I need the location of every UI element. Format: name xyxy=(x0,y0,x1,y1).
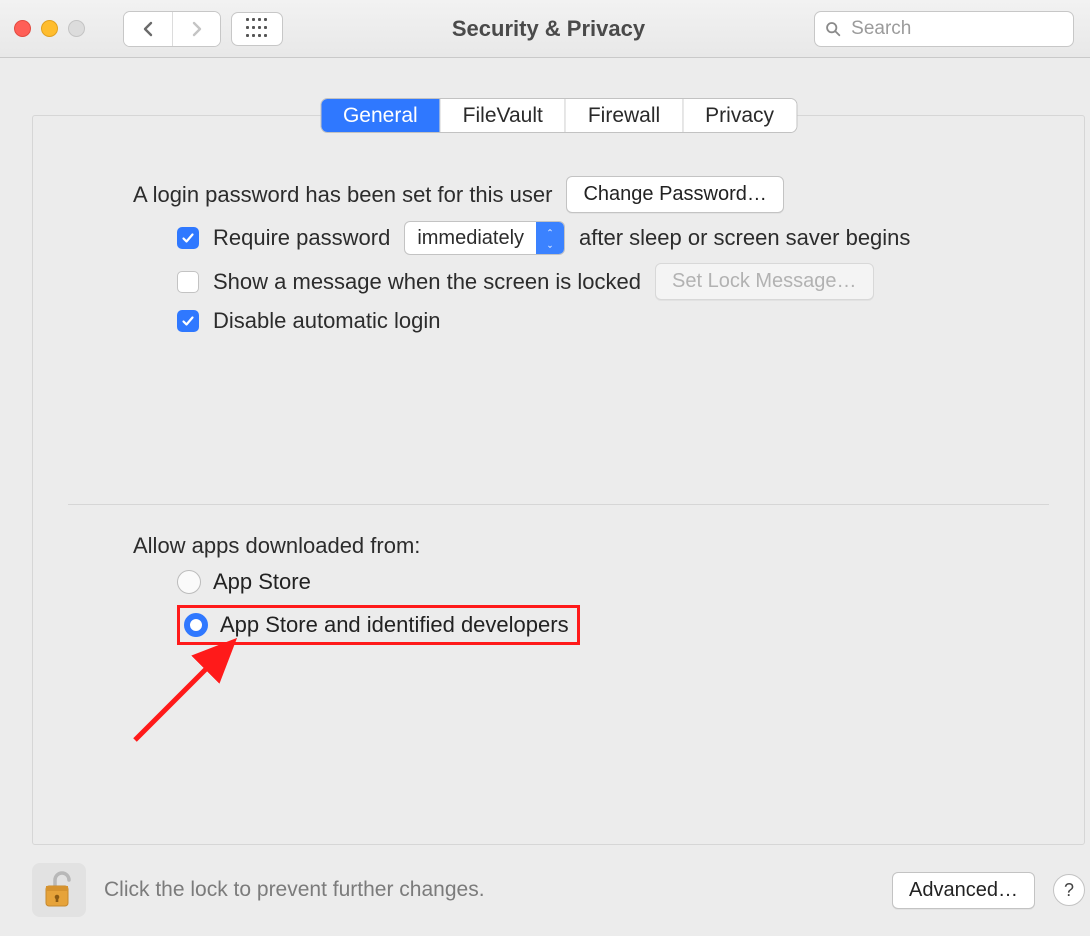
lock-open-icon xyxy=(42,870,76,910)
require-password-delay-value: immediately xyxy=(405,227,536,250)
chevron-right-icon xyxy=(191,21,203,37)
radio-app-store[interactable] xyxy=(177,570,201,594)
search-input[interactable] xyxy=(849,17,1063,41)
search-field[interactable] xyxy=(814,11,1074,47)
window-toolbar: Security & Privacy xyxy=(0,0,1090,58)
minimize-window-button[interactable] xyxy=(41,20,58,37)
require-password-post: after sleep or screen saver begins xyxy=(579,225,910,251)
radio-app-store-label: App Store xyxy=(213,569,311,595)
require-password-row: Require password immediately after sleep… xyxy=(177,221,1049,255)
tab-firewall[interactable]: Firewall xyxy=(565,99,682,132)
footer: Click the lock to prevent further change… xyxy=(32,862,1085,918)
annotation-highlight: App Store and identified developers xyxy=(177,605,580,645)
allow-apps-appstore-row: App Store xyxy=(177,569,1049,595)
tab-filevault[interactable]: FileVault xyxy=(440,99,565,132)
disable-auto-login-label: Disable automatic login xyxy=(213,308,440,334)
radio-identified-developers[interactable] xyxy=(184,613,208,637)
traffic-lights xyxy=(14,20,85,37)
close-window-button[interactable] xyxy=(14,20,31,37)
change-password-button[interactable]: Change Password… xyxy=(566,176,783,213)
show-message-label: Show a message when the screen is locked xyxy=(213,269,641,295)
lock-hint-text: Click the lock to prevent further change… xyxy=(104,878,874,902)
require-password-delay-select[interactable]: immediately xyxy=(404,221,565,255)
disable-auto-login-checkbox[interactable] xyxy=(177,310,199,332)
nav-back-forward xyxy=(123,11,221,47)
check-icon xyxy=(181,231,195,245)
tab-general[interactable]: General xyxy=(321,99,440,132)
search-icon xyxy=(825,20,841,38)
window-title: Security & Privacy xyxy=(293,16,804,42)
tab-privacy[interactable]: Privacy xyxy=(682,99,796,132)
login-password-text: A login password has been set for this u… xyxy=(133,182,552,208)
login-password-row: A login password has been set for this u… xyxy=(133,176,1049,213)
allow-apps-identified-row: App Store and identified developers xyxy=(177,605,1049,645)
chevron-left-icon xyxy=(142,21,154,37)
show-message-row: Show a message when the screen is locked… xyxy=(177,263,1049,300)
help-button[interactable]: ? xyxy=(1053,874,1085,906)
disable-auto-login-row: Disable automatic login xyxy=(177,308,1049,334)
allow-apps-label: Allow apps downloaded from: xyxy=(133,533,1049,559)
divider xyxy=(68,504,1049,505)
require-password-pre: Require password xyxy=(213,225,390,251)
show-message-checkbox[interactable] xyxy=(177,271,199,293)
zoom-window-button[interactable] xyxy=(68,20,85,37)
check-icon xyxy=(181,314,195,328)
tabs: General FileVault Firewall Privacy xyxy=(320,98,797,133)
select-stepper-icon xyxy=(536,222,564,254)
grid-icon xyxy=(246,18,268,40)
forward-button[interactable] xyxy=(172,12,220,46)
general-content: A login password has been set for this u… xyxy=(33,116,1084,645)
lock-button[interactable] xyxy=(32,863,86,917)
advanced-button[interactable]: Advanced… xyxy=(892,872,1035,909)
require-password-checkbox[interactable] xyxy=(177,227,199,249)
radio-identified-developers-label: App Store and identified developers xyxy=(220,612,569,638)
set-lock-message-button: Set Lock Message… xyxy=(655,263,874,300)
back-button[interactable] xyxy=(124,12,172,46)
show-all-button[interactable] xyxy=(231,12,283,46)
prefs-panel: General FileVault Firewall Privacy A log… xyxy=(32,115,1085,845)
